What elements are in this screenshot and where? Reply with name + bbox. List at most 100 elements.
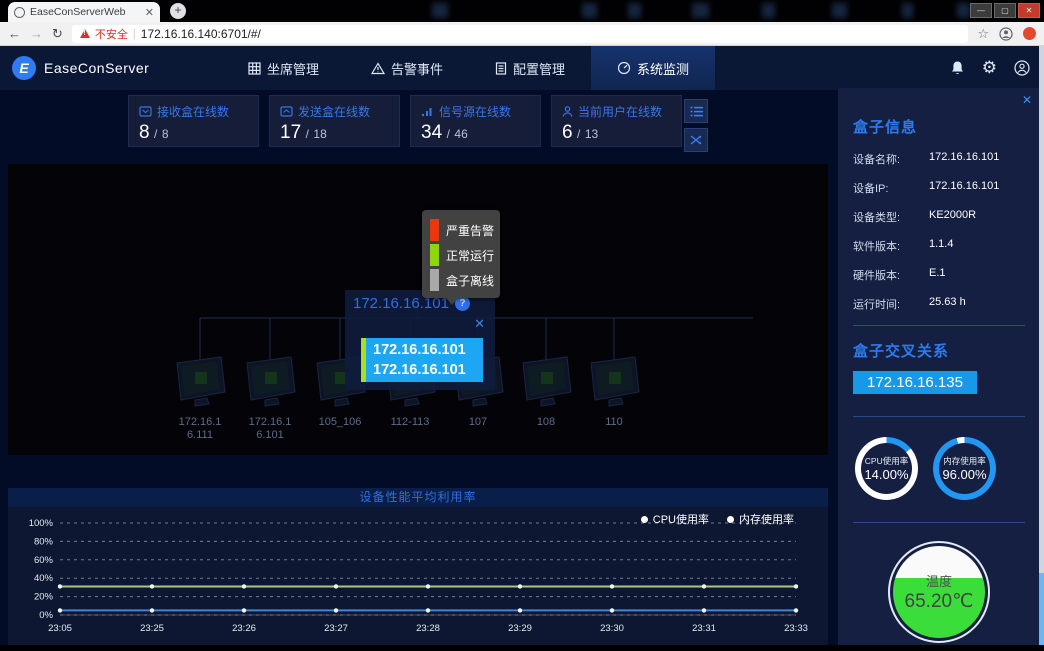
stat-card-online-users: 当前用户在线数 6 / 13 [551, 95, 682, 147]
window-close-button[interactable]: ✕ [1018, 3, 1040, 18]
insecure-warning-icon [80, 29, 90, 38]
device-monitor[interactable]: 110 [584, 356, 644, 429]
svg-text:20%: 20% [34, 592, 54, 603]
nav-item-config-management[interactable]: 配置管理 [469, 46, 591, 90]
cpu-legend-dot-icon [641, 516, 648, 523]
divider [853, 522, 1025, 523]
box-offline-color-bar [430, 269, 439, 291]
memory-legend-dot-icon [727, 516, 734, 523]
svg-text:23:25: 23:25 [140, 623, 164, 634]
svg-text:23:28: 23:28 [416, 623, 440, 634]
info-row-device-type: 设备类型:KE2000R [853, 209, 1025, 225]
url-bar[interactable]: 不安全 | 172.16.16.140:6701/#/ [72, 25, 968, 43]
brand-name: EaseConServer [44, 60, 149, 76]
user-icon [562, 106, 573, 117]
new-tab-button[interactable]: + [170, 3, 186, 19]
settings-gear-icon[interactable]: ⚙ [982, 58, 997, 78]
chart-title: 设备性能平均利用率 [8, 488, 828, 507]
browser-titlebar: EaseConServerWeb ✕ + — ▢ ✕ [0, 0, 1044, 22]
sidebar-close-icon[interactable]: ✕ [1022, 93, 1032, 107]
back-button[interactable]: ← [8, 26, 21, 41]
stat-total: 18 [313, 127, 326, 141]
tab-close-icon[interactable]: ✕ [145, 6, 154, 19]
device-label: 108 [516, 416, 576, 429]
topology-node-172-16-16-101[interactable]: 172.16.16.101 ? ✕ 172.16.16.101172.16.16… [345, 290, 495, 390]
svg-text:23:26: 23:26 [232, 623, 256, 634]
node-close-icon[interactable]: ✕ [353, 316, 485, 332]
status-legend-tooltip: 严重告警 正常运行 盒子离线 [422, 210, 500, 298]
window-minimize-button[interactable]: — [970, 3, 992, 18]
stat-card-send-boxes: 发送盒在线数 17 / 18 [269, 95, 400, 147]
svg-text:100%: 100% [29, 518, 54, 529]
reload-button[interactable]: ↻ [52, 26, 63, 42]
temperature-gauge: 温度 65.20℃ [888, 541, 990, 643]
device-label: 110 [584, 416, 644, 429]
cpu-usage-donut: CPU使用率 14.00% [855, 437, 918, 500]
divider [853, 325, 1025, 326]
svg-text:23:05: 23:05 [48, 623, 72, 634]
extension-badge-icon[interactable] [1023, 27, 1036, 40]
scrollbar-thumb[interactable] [1039, 573, 1044, 651]
stat-value: 8 [139, 122, 150, 143]
app-page: E EaseConServer 坐席管理 告警事件 [0, 46, 1044, 651]
device-label: 107 [448, 416, 508, 429]
brand: E EaseConServer [12, 56, 222, 80]
device-monitor[interactable]: 108 [516, 356, 576, 429]
notifications-bell-icon[interactable] [950, 60, 965, 76]
alert-triangle-icon [371, 62, 385, 75]
usage-gauges: CPU使用率 14.00% 内存使用率 96.00% [855, 437, 1025, 500]
send-box-icon [280, 106, 293, 117]
legend-item-memory[interactable]: 内存使用率 [727, 511, 794, 527]
cross-relation-title: 盒子交叉关系 [853, 340, 1025, 361]
monitor-icon [517, 356, 575, 408]
svg-text:23:29: 23:29 [508, 623, 532, 634]
svg-text:0%: 0% [39, 610, 53, 621]
device-label: 172.16.16.111 [170, 416, 230, 442]
app-navbar: E EaseConServer 坐席管理 告警事件 [0, 46, 1044, 90]
cross-relation-button[interactable] [684, 128, 708, 152]
divider [853, 416, 1025, 417]
node-popup-ip[interactable]: 172.16.16.101 [373, 360, 483, 380]
monitor-icon [585, 356, 643, 408]
device-monitor[interactable]: 172.16.16.111 [170, 356, 230, 442]
insecure-label[interactable]: 不安全 [95, 26, 128, 42]
screen: EaseConServerWeb ✕ + — ▢ ✕ ← → ↻ 不安全 | 1… [0, 0, 1044, 651]
url-text[interactable]: 172.16.16.140:6701/#/ [141, 27, 261, 41]
nav-item-system-monitor[interactable]: 系统监测 [591, 46, 715, 90]
device-monitor[interactable]: 172.16.16.101 [240, 356, 300, 442]
window-maximize-button[interactable]: ▢ [994, 3, 1016, 18]
list-view-button[interactable] [684, 99, 708, 123]
tab-title: EaseConServerWeb [30, 6, 140, 18]
topology-panel: 172.16.16.111172.16.16.101105_106112-113… [8, 164, 828, 455]
node-popup-ip[interactable]: 172.16.16.101 [373, 340, 483, 360]
nav-item-alarm-events[interactable]: 告警事件 [345, 46, 469, 90]
profile-icon[interactable] [999, 27, 1013, 41]
legend-item-cpu[interactable]: CPU使用率 [641, 511, 709, 527]
node-popup[interactable]: 172.16.16.101172.16.16.101 [361, 338, 483, 382]
info-row-device-name: 设备名称:172.16.16.101 [853, 151, 1025, 167]
svg-text:23:27: 23:27 [324, 623, 348, 634]
stat-value: 34 [421, 122, 442, 143]
monitor-gauge-icon [617, 61, 631, 75]
bookmark-star-icon[interactable]: ☆ [977, 26, 989, 42]
stat-value: 6 [562, 122, 573, 143]
chart-legend: CPU使用率 内存使用率 [641, 511, 794, 527]
stat-value: 17 [280, 122, 301, 143]
site-favicon-icon [14, 7, 25, 18]
stat-card-receive-boxes: 接收盒在线数 8 / 8 [128, 95, 259, 147]
cross-relation-ip-button[interactable]: 172.16.16.135 [853, 371, 977, 394]
stat-total: 13 [585, 127, 598, 141]
device-label: 112-113 [380, 416, 440, 429]
info-row-software-version: 软件版本:1.1.4 [853, 238, 1025, 254]
account-user-icon[interactable] [1014, 60, 1030, 76]
svg-text:60%: 60% [34, 555, 54, 566]
nav-item-seat-management[interactable]: 坐席管理 [222, 46, 345, 90]
page-scrollbar[interactable] [1039, 46, 1044, 651]
browser-tab[interactable]: EaseConServerWeb ✕ [8, 2, 160, 22]
forward-button[interactable]: → [30, 26, 43, 41]
monitor-icon [241, 356, 299, 408]
critical-alarm-color-bar [430, 219, 439, 241]
svg-text:40%: 40% [34, 573, 54, 584]
receive-box-icon [139, 106, 152, 117]
stat-total: 46 [454, 127, 467, 141]
